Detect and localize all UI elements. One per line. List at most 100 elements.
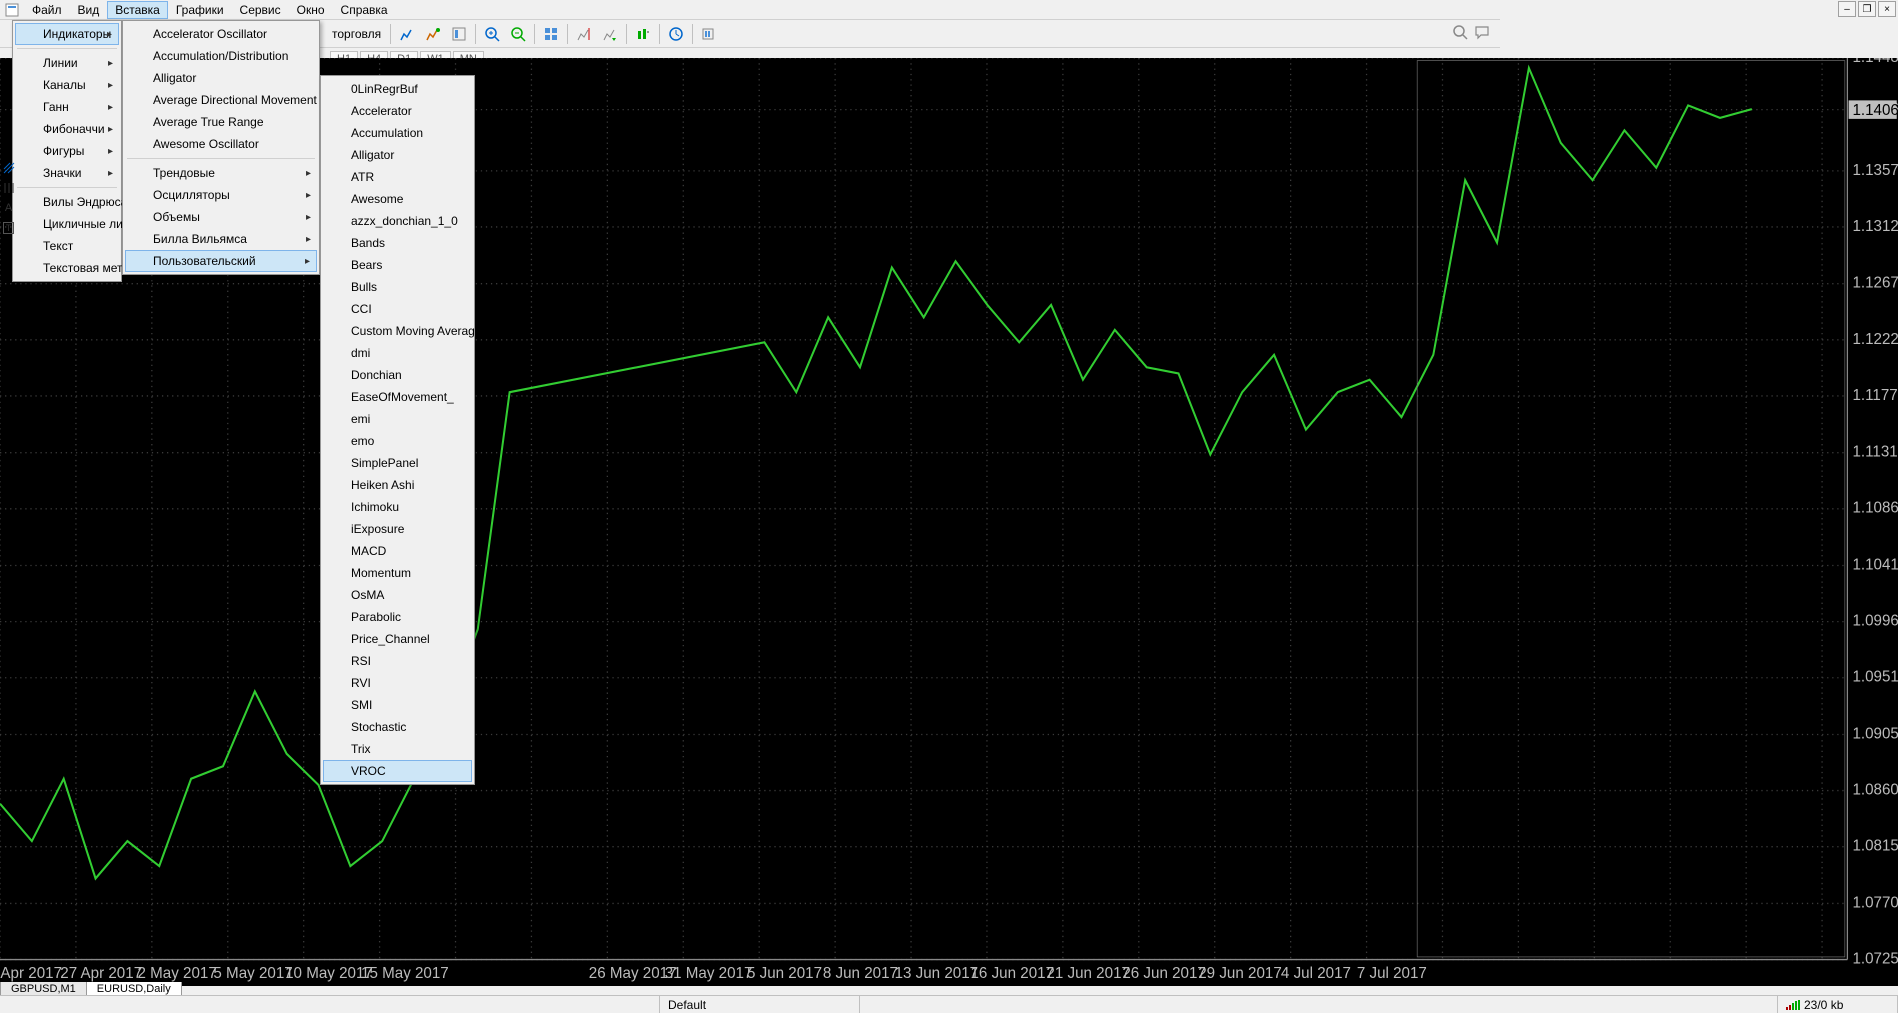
templates-icon[interactable]: [447, 23, 471, 45]
dd3-item-emi[interactable]: emi: [323, 408, 472, 430]
toolbar-label-autotrade[interactable]: торговля: [326, 27, 387, 41]
dd1-item-3[interactable]: Ганн: [15, 96, 119, 118]
menu-service[interactable]: Сервис: [232, 1, 289, 19]
dd1-item-0[interactable]: Индикаторы: [15, 23, 119, 45]
menu-view[interactable]: Вид: [70, 1, 108, 19]
close-button[interactable]: ×: [1878, 1, 1896, 17]
andrews-pitchfork-icon[interactable]: [1, 160, 17, 176]
minimize-button[interactable]: –: [1838, 1, 1856, 17]
dd2-item--[interactable]: Пользовательский: [125, 250, 317, 272]
dd3-item-ichimoku[interactable]: Ichimoku: [323, 496, 472, 518]
dd3-item-accumulation[interactable]: Accumulation: [323, 122, 472, 144]
dd3-item-price_channel[interactable]: Price_Channel: [323, 628, 472, 650]
dd2-item--[interactable]: Трендовые: [125, 162, 317, 184]
dd3-item-bears[interactable]: Bears: [323, 254, 472, 276]
dd3-item-osma[interactable]: OsMA: [323, 584, 472, 606]
dd2-sep: [127, 158, 315, 159]
dd3-item-simplepanel[interactable]: SimplePanel: [323, 452, 472, 474]
menu-insert[interactable]: Вставка: [107, 1, 168, 19]
dd3-item-vroc[interactable]: VROC: [323, 760, 472, 782]
mql-community-icon[interactable]: [1474, 24, 1490, 43]
dd1-extra-3[interactable]: Текстовая метка: [15, 257, 119, 279]
menu-file[interactable]: Файл: [24, 1, 70, 19]
dd3-item-azzx_donchian_1_0[interactable]: azzx_donchian_1_0: [323, 210, 472, 232]
dd2-item-alligator[interactable]: Alligator: [125, 67, 317, 89]
svg-text:27 Apr 2017: 27 Apr 2017: [60, 965, 142, 982]
dd3-item-cci[interactable]: CCI: [323, 298, 472, 320]
dd3-item-parabolic[interactable]: Parabolic: [323, 606, 472, 628]
dd3-item-momentum[interactable]: Momentum: [323, 562, 472, 584]
zoom-out-icon[interactable]: [506, 23, 530, 45]
dd3-item-rsi[interactable]: RSI: [323, 650, 472, 672]
svg-text:26 May 2017: 26 May 2017: [589, 965, 677, 982]
svg-text:1.07250: 1.07250: [1852, 950, 1898, 967]
dd2-item-accelerator-oscillator[interactable]: Accelerator Oscillator: [125, 23, 317, 45]
dd1-extra-1[interactable]: Цикличные линии: [15, 213, 119, 235]
status-profile[interactable]: Default: [660, 996, 860, 1013]
svg-text:1.10410: 1.10410: [1852, 556, 1898, 573]
dd1-item-6[interactable]: Значки: [15, 162, 119, 184]
search-icon[interactable]: [1452, 24, 1468, 43]
svg-text:21 Jun 2017: 21 Jun 2017: [1046, 965, 1130, 982]
status-connection[interactable]: 23/0 kb: [1778, 996, 1898, 1013]
template-dropdown-icon[interactable]: [697, 23, 721, 45]
dd2-item-average-directional-movement-index[interactable]: Average Directional Movement Index: [125, 89, 317, 111]
chart-shift-icon[interactable]: [572, 23, 596, 45]
dd3-item-custom-moving-averages[interactable]: Custom Moving Averages: [323, 320, 472, 342]
insert-menu-dropdown: Индикаторы ЛинииКаналыГаннФибоначчиФигуры…: [12, 20, 122, 282]
indicator-list-icon[interactable]: [395, 23, 419, 45]
dd3-item-0linregrbuf[interactable]: 0LinRegrBuf: [323, 78, 472, 100]
dd3-item-emo[interactable]: emo: [323, 430, 472, 452]
dd3-item-dmi[interactable]: dmi: [323, 342, 472, 364]
text-label-icon[interactable]: T: [1, 220, 17, 236]
svg-text:1.10865: 1.10865: [1852, 499, 1898, 516]
dd1-item-4[interactable]: Фибоначчи: [15, 118, 119, 140]
dd2-item-awesome-oscillator[interactable]: Awesome Oscillator: [125, 133, 317, 155]
dd3-item-stochastic[interactable]: Stochastic: [323, 716, 472, 738]
dd3-item-iexposure[interactable]: iExposure: [323, 518, 472, 540]
toolbar-separator: [626, 24, 627, 44]
tile-windows-icon[interactable]: [539, 23, 563, 45]
dd1-extra-2[interactable]: Текст: [15, 235, 119, 257]
dd2-item--[interactable]: Объемы: [125, 206, 317, 228]
dd3-item-macd[interactable]: MACD: [323, 540, 472, 562]
dd3-item-bulls[interactable]: Bulls: [323, 276, 472, 298]
app-icon: [4, 2, 20, 18]
indicator-add-icon[interactable]: [421, 23, 445, 45]
custom-indicators-submenu: 0LinRegrBufAcceleratorAccumulationAlliga…: [320, 75, 475, 785]
dd3-item-alligator[interactable]: Alligator: [323, 144, 472, 166]
period-icon[interactable]: [664, 23, 688, 45]
dd3-item-trix[interactable]: Trix: [323, 738, 472, 760]
svg-text:26 Jun 2017: 26 Jun 2017: [1122, 965, 1206, 982]
dd3-item-smi[interactable]: SMI: [323, 694, 472, 716]
menu-charts[interactable]: Графики: [168, 1, 232, 19]
menu-help[interactable]: Справка: [333, 1, 396, 19]
dd2-item-accumulation-distribution[interactable]: Accumulation/Distribution: [125, 45, 317, 67]
dd1-sep: [17, 48, 117, 49]
dd2-item--[interactable]: Билла Вильямса: [125, 228, 317, 250]
dd3-item-bands[interactable]: Bands: [323, 232, 472, 254]
svg-text:1.12670: 1.12670: [1852, 274, 1898, 291]
menu-window[interactable]: Окно: [289, 1, 333, 19]
restore-button[interactable]: ❐: [1858, 1, 1876, 17]
dd2-item--[interactable]: Осцилляторы: [125, 184, 317, 206]
dd3-item-awesome[interactable]: Awesome: [323, 188, 472, 210]
dd3-item-rvi[interactable]: RVI: [323, 672, 472, 694]
svg-text:2 May 2017: 2 May 2017: [137, 965, 216, 982]
dd1-extra-0[interactable]: Вилы Эндрюса: [15, 191, 119, 213]
dd3-item-easeofmovement_[interactable]: EaseOfMovement_: [323, 386, 472, 408]
svg-text:1.09960: 1.09960: [1852, 612, 1898, 629]
dd3-item-atr[interactable]: ATR: [323, 166, 472, 188]
text-tool-icon[interactable]: A: [1, 200, 17, 216]
dd3-item-accelerator[interactable]: Accelerator: [323, 100, 472, 122]
cycle-lines-icon[interactable]: [1, 180, 17, 196]
zoom-in-icon[interactable]: [480, 23, 504, 45]
dd3-item-donchian[interactable]: Donchian: [323, 364, 472, 386]
chart-autoscroll-icon[interactable]: [598, 23, 622, 45]
chart-type-icon[interactable]: [631, 23, 655, 45]
dd1-item-2[interactable]: Каналы: [15, 74, 119, 96]
dd2-item-average-true-range[interactable]: Average True Range: [125, 111, 317, 133]
dd1-item-5[interactable]: Фигуры: [15, 140, 119, 162]
dd3-item-heiken-ashi[interactable]: Heiken Ashi: [323, 474, 472, 496]
dd1-item-1[interactable]: Линии: [15, 52, 119, 74]
